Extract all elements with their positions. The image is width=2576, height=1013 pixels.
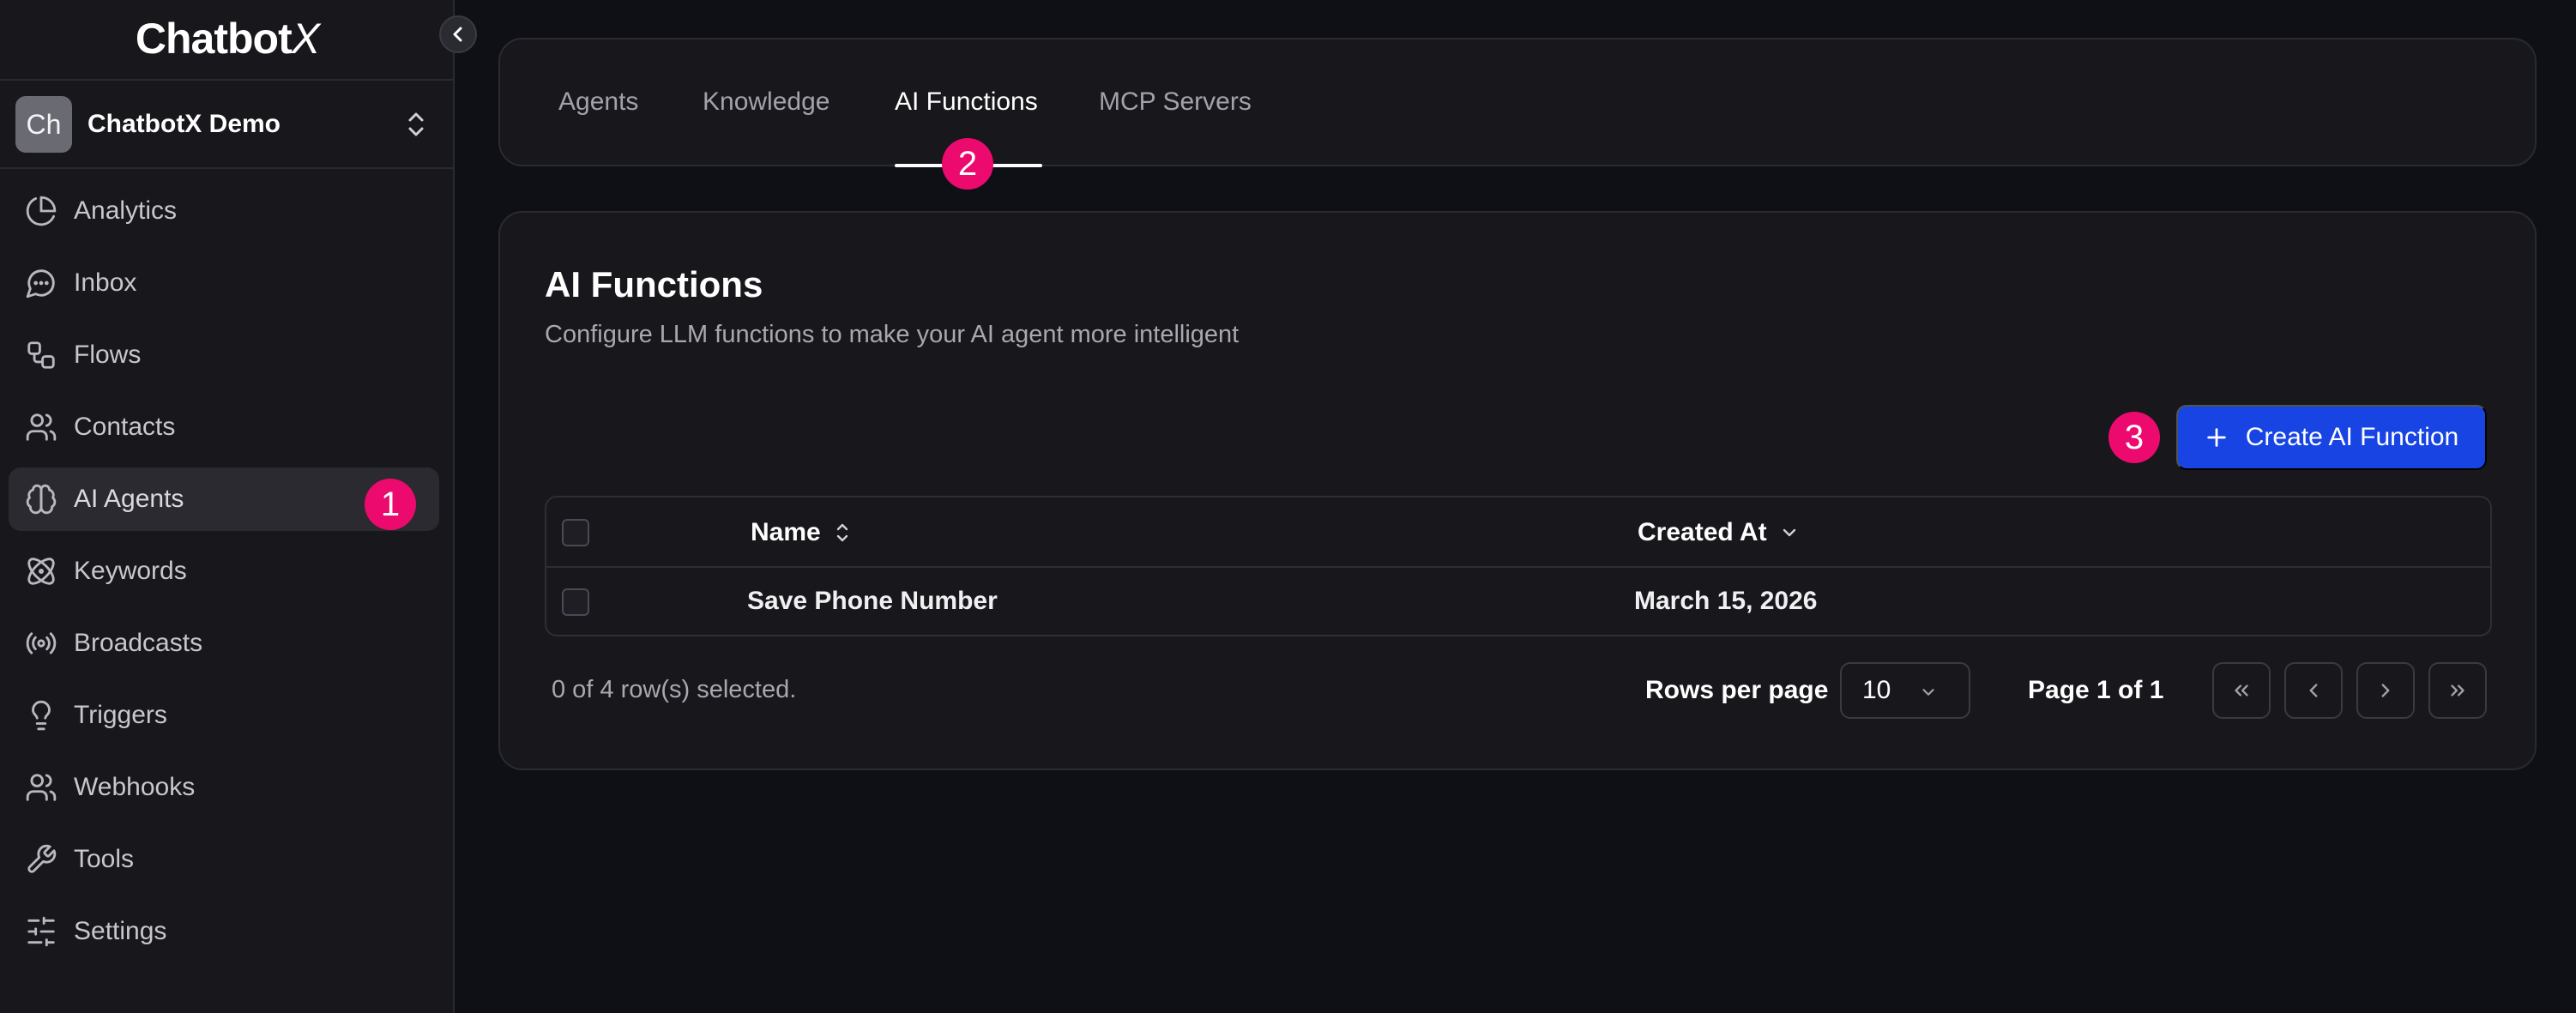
logo-text: Chatbot: [135, 15, 293, 63]
rows-per-page-select[interactable]: 10: [1840, 662, 1970, 719]
sidebar-item-label: Settings: [74, 917, 167, 945]
cell-name: Save Phone Number: [747, 587, 998, 615]
sidebar-item-label: Webhooks: [74, 773, 196, 801]
sidebar-item-label: Inbox: [74, 268, 137, 297]
chevrons-left-icon: [2230, 679, 2253, 702]
wrench-icon: [24, 842, 58, 877]
tab-agents[interactable]: Agents: [558, 87, 638, 122]
sidebar-item-inbox[interactable]: Inbox: [9, 251, 439, 315]
rows-per-page-label: Rows per page: [1645, 676, 1829, 704]
annotation-badge-2: 2: [942, 138, 993, 190]
atom-icon: [24, 554, 58, 588]
radio-icon: [24, 626, 58, 660]
users-icon: [24, 770, 58, 805]
rows-per-page-value: 10: [1862, 676, 1891, 704]
sliders-icon: [24, 914, 58, 949]
sidebar-item-settings[interactable]: Settings: [9, 900, 439, 963]
page-title: AI Functions: [545, 264, 763, 305]
workspace-switcher[interactable]: Ch ChatbotX Demo: [15, 95, 439, 154]
tab-ai-functions[interactable]: AI Functions: [895, 87, 1038, 122]
chevrons-up-down-icon: [403, 109, 429, 140]
sidebar-item-keywords[interactable]: Keywords: [9, 540, 439, 603]
message-circle-icon: [24, 266, 58, 300]
tab-mcp-servers[interactable]: MCP Servers: [1099, 87, 1252, 122]
sidebar-collapse-button[interactable]: [439, 15, 477, 53]
plus-icon: [2205, 425, 2229, 449]
tabs-bar: Agents Knowledge AI Functions MCP Server…: [498, 38, 2537, 167]
sidebar-nav: Analytics Inbox Flows Contacts AI Agents: [9, 179, 439, 972]
sidebar-item-label: Keywords: [74, 557, 187, 585]
last-page-button[interactable]: [2428, 662, 2487, 719]
annotation-badge-1: 1: [365, 479, 416, 530]
previous-page-button[interactable]: [2284, 662, 2343, 719]
table-header: Name Created At: [546, 497, 2490, 568]
workspace-name: ChatbotX Demo: [87, 110, 281, 138]
annotation-badge-3: 3: [2108, 412, 2160, 463]
cell-created-at: March 15, 2026: [1634, 587, 1818, 615]
sidebar-item-triggers[interactable]: Triggers: [9, 684, 439, 747]
sidebar-item-label: Broadcasts: [74, 629, 203, 657]
sidebar-item-tools[interactable]: Tools: [9, 828, 439, 891]
column-header-label: Created At: [1638, 518, 1767, 546]
sidebar-item-label: Triggers: [74, 701, 167, 729]
chevron-down-icon: [1767, 522, 1800, 543]
chevron-right-icon: [2374, 679, 2397, 702]
workspace-avatar: Ch: [15, 96, 72, 153]
sidebar-item-contacts[interactable]: Contacts: [9, 395, 439, 459]
sidebar-item-flows[interactable]: Flows: [9, 323, 439, 387]
users-icon: [24, 410, 58, 444]
table-row[interactable]: Save Phone Number March 15, 2026: [546, 568, 2490, 635]
column-header-label: Name: [751, 518, 821, 546]
chevrons-right-icon: [2446, 679, 2469, 702]
row-checkbox[interactable]: [562, 588, 589, 616]
first-page-button[interactable]: [2212, 662, 2271, 719]
sidebar-item-label: AI Agents: [74, 485, 184, 513]
sidebar-item-webhooks[interactable]: Webhooks: [9, 756, 439, 819]
sidebar-item-broadcasts[interactable]: Broadcasts: [9, 612, 439, 675]
column-header-name[interactable]: Name: [751, 518, 852, 547]
sidebar-item-label: Tools: [74, 845, 135, 873]
tab-knowledge[interactable]: Knowledge: [703, 87, 830, 122]
sidebar-divider: [0, 79, 455, 81]
workflow-icon: [24, 338, 58, 372]
select-all-checkbox[interactable]: [562, 519, 589, 546]
lightbulb-icon: [24, 698, 58, 733]
app-logo[interactable]: Chatbot X: [0, 0, 455, 77]
selection-count: 0 of 4 row(s) selected.: [552, 676, 797, 703]
page-info: Page 1 of 1: [2028, 676, 2164, 704]
create-ai-function-label: Create AI Function: [2245, 423, 2459, 451]
logo-x: X: [291, 15, 320, 63]
ai-functions-panel: AI Functions Configure LLM functions to …: [498, 211, 2537, 770]
next-page-button[interactable]: [2356, 662, 2415, 719]
page-description: Configure LLM functions to make your AI …: [545, 321, 1240, 348]
pie-chart-icon: [24, 194, 58, 228]
chevrons-up-down-icon: [821, 520, 852, 546]
sidebar-item-label: Flows: [74, 341, 142, 369]
column-header-created-at[interactable]: Created At: [1638, 518, 1800, 547]
sidebar-item-label: Analytics: [74, 196, 178, 225]
ai-functions-table: Name Created At Save Phone Number March …: [545, 496, 2492, 636]
brain-icon: [24, 482, 58, 516]
chevron-left-icon: [448, 24, 468, 45]
create-ai-function-button[interactable]: Create AI Function: [2176, 405, 2487, 470]
sidebar-item-label: Contacts: [74, 413, 176, 441]
sidebar-item-analytics[interactable]: Analytics: [9, 179, 439, 243]
sidebar-divider: [0, 167, 455, 169]
chevron-left-icon: [2302, 679, 2325, 702]
